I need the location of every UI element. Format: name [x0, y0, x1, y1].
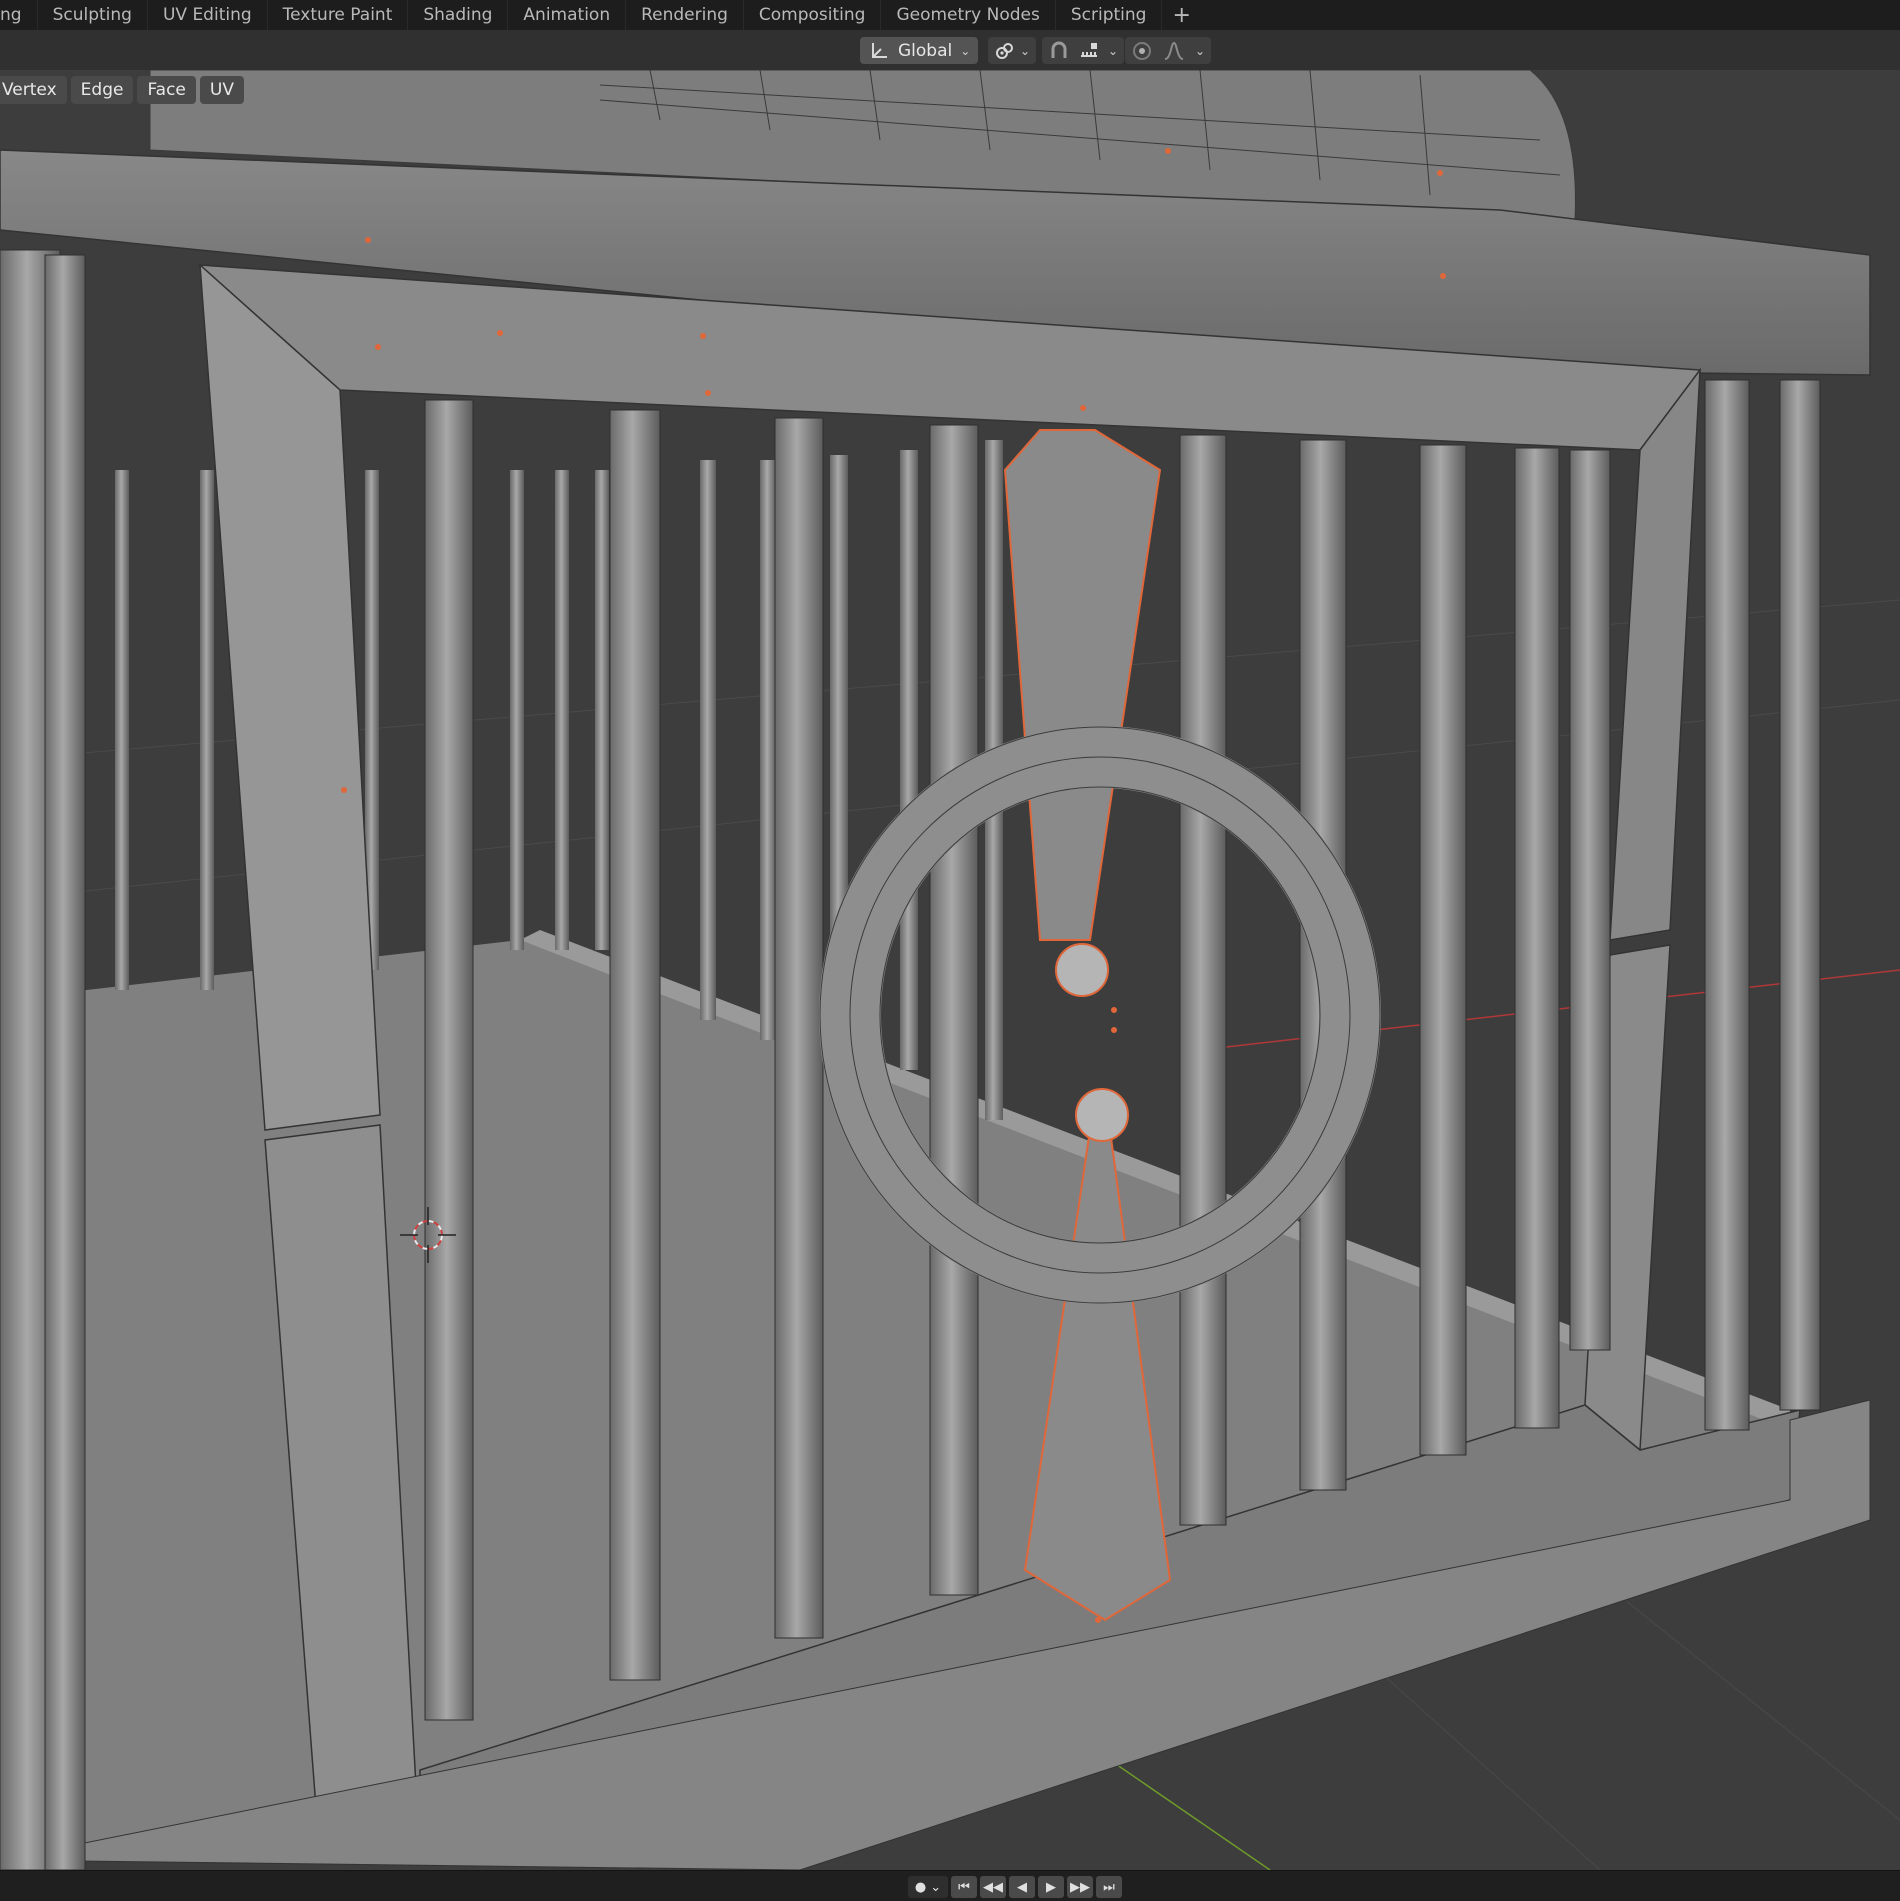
jump-start-button[interactable]: ⏮ [951, 1876, 977, 1898]
tab-scripting[interactable]: Scripting [1056, 0, 1163, 30]
tab-uv-editing[interactable]: UV Editing [148, 0, 268, 30]
snapping-controls[interactable]: ⌄ [1042, 37, 1125, 64]
select-mode-buttons: Vertex Edge Face UV [0, 76, 244, 104]
playback-controls: ● ⌄ ⏮ ◀◀ ◀ ▶ ▶▶ ⏭ [908, 1876, 1122, 1898]
face-select-button[interactable]: Face [137, 76, 196, 104]
tab-sculpting[interactable]: Sculpting [38, 0, 148, 30]
chevron-down-icon: ⌄ [1195, 43, 1206, 58]
tab-layout[interactable]: ng [0, 0, 38, 30]
viewport-header: Global ⌄ ⌄ ⌄ ⌄ [0, 30, 1900, 70]
pivot-point-icon [994, 40, 1016, 62]
tab-texture-paint[interactable]: Texture Paint [268, 0, 409, 30]
timeline-bar: ● ⌄ ⏮ ◀◀ ◀ ▶ ▶▶ ⏭ [0, 1870, 1900, 1901]
y-axis-line [1109, 1759, 1271, 1870]
viewport-scene [0, 70, 1900, 1870]
play-button[interactable]: ▶ [1038, 1876, 1064, 1898]
jump-end-button[interactable]: ⏭ [1096, 1876, 1122, 1898]
proportional-editing-controls[interactable]: ⌄ [1125, 37, 1212, 64]
pivot-point-dropdown[interactable]: ⌄ [988, 37, 1037, 64]
snap-increment-icon[interactable] [1078, 40, 1100, 62]
front-frame-right [1609, 367, 1701, 941]
uv-select-button[interactable]: UV [199, 76, 244, 104]
play-reverse-button[interactable]: ◀ [1009, 1876, 1035, 1898]
magnet-snap-icon[interactable] [1048, 40, 1070, 62]
proportional-edit-icon[interactable] [1131, 40, 1153, 62]
orientation-axes-icon [868, 40, 890, 62]
edge-select-button[interactable]: Edge [70, 76, 134, 104]
workspace-tab-bar: ng Sculpting UV Editing Texture Paint Sh… [0, 0, 1900, 31]
tab-rendering[interactable]: Rendering [626, 0, 744, 30]
add-workspace-button[interactable]: + [1162, 3, 1200, 28]
jump-keyframe-forward-button[interactable]: ▶▶ [1067, 1876, 1093, 1898]
tab-animation[interactable]: Animation [508, 0, 627, 30]
transform-orientation-value: Global [898, 40, 953, 61]
tab-compositing[interactable]: Compositing [744, 0, 882, 30]
chevron-down-icon: ⌄ [1108, 43, 1119, 58]
tab-shading[interactable]: Shading [408, 0, 509, 30]
jump-keyframe-back-button[interactable]: ◀◀ [980, 1876, 1006, 1898]
vertex-select-button[interactable]: Vertex [0, 76, 67, 104]
chevron-down-icon: ⌄ [1020, 43, 1031, 58]
3d-viewport[interactable] [0, 70, 1900, 1870]
chevron-down-icon: ⌄ [960, 43, 971, 58]
tab-geometry-nodes[interactable]: Geometry Nodes [881, 0, 1056, 30]
transform-orientation-dropdown[interactable]: Global ⌄ [860, 37, 979, 64]
falloff-curve-icon[interactable] [1163, 40, 1185, 62]
record-dot-icon[interactable]: ● ⌄ [908, 1876, 948, 1898]
